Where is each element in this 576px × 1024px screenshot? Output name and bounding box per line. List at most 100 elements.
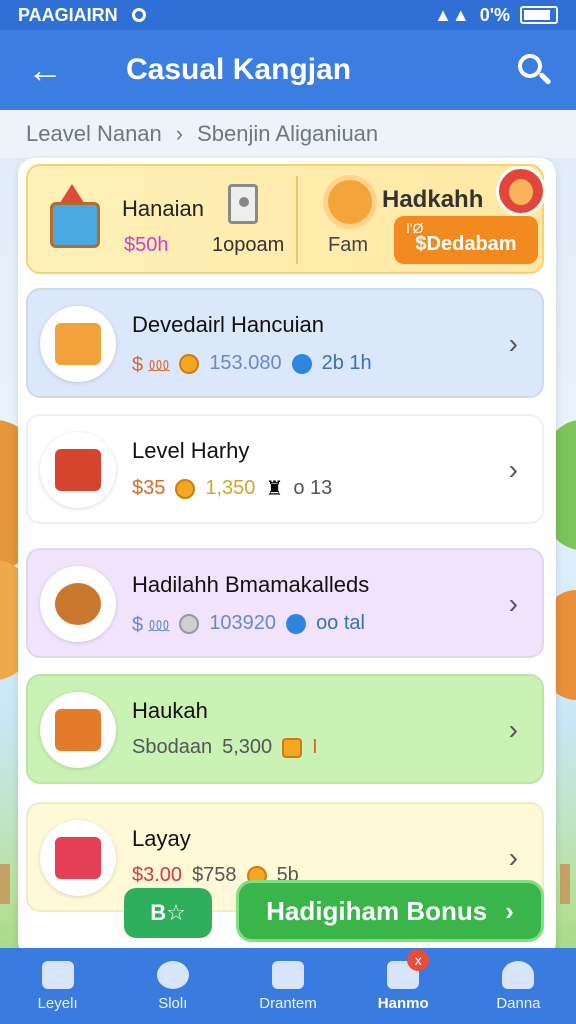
shop-box [50, 202, 100, 248]
nav-item-drantem[interactable]: Drantem [230, 948, 345, 1024]
list-item[interactable]: Haukah Sbodaan 5,300 I › [26, 674, 544, 784]
status-bar: PAAGIAIRN ▲▲ 0'% [0, 0, 576, 30]
screen-icon: x [387, 948, 430, 989]
list-item[interactable]: Devedairl Hancuian $ ⅏ 153.080 2b 1h › [26, 288, 544, 398]
status-right: ▲▲ 0'% [434, 5, 558, 26]
chevron-right-icon: › [505, 895, 514, 926]
divider [296, 176, 298, 264]
item-value3: 2b 1h [321, 352, 372, 374]
mascot-face [509, 179, 533, 205]
item-value1: $3.00 [132, 864, 183, 886]
gift-icon [272, 960, 304, 989]
reward-label: Hanaian [122, 196, 204, 221]
item-meta: Sbodaan 5,300 I [132, 736, 318, 759]
claim-label: $Dedabam [415, 233, 517, 255]
item-thumbnail [40, 820, 116, 896]
red-envelope-icon [55, 837, 101, 879]
chevron-right-icon: › [508, 714, 518, 745]
small-bonus-button[interactable]: B☆ [124, 888, 212, 938]
breadcrumb-second: Sbenjin Aliganiuan [197, 121, 379, 146]
bonus-title: Hadkahh [382, 186, 484, 213]
nav-label: Hanmo [377, 994, 429, 1012]
item-value1: Sbodaan [132, 736, 213, 758]
item-meta: $35 1,350 ♜ o 13 [132, 476, 332, 501]
item-value2: 153.080 [209, 352, 282, 374]
app-bar: ← Casual Kangjan [0, 30, 576, 110]
market-stall-icon [55, 709, 101, 751]
bonus-label: Hadigiham Bonus [266, 895, 488, 926]
character-icon [156, 960, 189, 989]
coin-icon [175, 478, 196, 499]
list-item[interactable]: Hadilahh Bmamakalleds $ ⅏ 103920 oo tal … [26, 548, 544, 658]
item-value1: $35 [132, 477, 166, 499]
reward-price: $50h [124, 234, 169, 256]
nav-item-danna[interactable]: Danna [461, 948, 576, 1024]
page-title: Casual Kangjan [126, 53, 352, 86]
chevron-right-icon: › [175, 121, 184, 146]
passport-icon [55, 449, 101, 491]
battery-text: 0'% [479, 4, 510, 25]
item-meta: $ ⅏ 153.080 2b 1h [132, 350, 372, 377]
gift-box-icon [55, 323, 101, 365]
notification-dot-icon [131, 8, 146, 22]
nav-label: Danna [496, 994, 541, 1012]
badge-icon [282, 737, 303, 758]
item-name: Devedairl Hancuian [132, 312, 324, 337]
chevron-right-icon: › [508, 328, 518, 359]
item-value2: 1,350 [205, 477, 256, 499]
item-value2: $758 [192, 864, 237, 886]
item-thumbnail [40, 692, 116, 768]
item-name: Hadilahh Bmamakalleds [132, 572, 370, 597]
location-icon [286, 613, 307, 634]
profile-icon [502, 960, 535, 989]
chevron-right-icon: › [508, 454, 518, 485]
item-thumbnail [40, 432, 116, 508]
item-value2: 103920 [209, 612, 277, 634]
item-value3: I [312, 736, 318, 758]
claim-small-text: I'Ø [406, 220, 424, 236]
nav-label: Leyelı [37, 994, 78, 1012]
search-handle [538, 71, 552, 86]
trophy-icon: ♜ [265, 478, 284, 500]
item-thumbnail [40, 566, 116, 642]
reward-sublabel: 1opoam [212, 234, 285, 256]
home-icon [41, 960, 74, 989]
reward-card[interactable]: Hanaian $50h 1opoam Hadkahh Fam I'Ø $Ded… [26, 164, 546, 274]
mascot-badge-icon [496, 166, 546, 216]
chevron-right-icon: › [508, 588, 518, 619]
alert-badge: x [407, 948, 430, 971]
bonus-sublabel: Fam [328, 234, 368, 256]
bonus-button[interactable]: Hadigiham Bonus › [236, 880, 544, 942]
item-name: Haukah [132, 698, 208, 723]
chevron-right-icon: › [508, 842, 518, 873]
shop-icon [44, 180, 106, 252]
item-value1: $ ⅏ [132, 354, 170, 376]
battery-icon [520, 6, 558, 24]
item-name: Layay [132, 826, 191, 851]
claim-button[interactable]: I'Ø $Dedabam [394, 216, 538, 264]
toggle-icon[interactable] [228, 184, 258, 224]
bottom-nav: Leyelı Slolı Drantem x Hanmo Danna [0, 948, 576, 1024]
location-icon [291, 353, 312, 374]
back-arrow-icon[interactable]: ← [0, 30, 90, 110]
item-value3: oo tal [316, 612, 365, 634]
item-value2: 5,300 [222, 736, 273, 758]
coin-icon [179, 613, 200, 634]
animal-icon [55, 583, 101, 625]
nav-item-hanmo[interactable]: x Hanmo [346, 948, 461, 1024]
item-meta: $ ⅏ 103920 oo tal [132, 610, 365, 637]
nav-label: Drantem [259, 994, 317, 1012]
content-panel: Hanaian $50h 1opoam Hadkahh Fam I'Ø $Ded… [18, 158, 556, 958]
item-value3: o 13 [293, 477, 333, 499]
item-thumbnail [40, 306, 116, 382]
nav-item-slot[interactable]: Slolı [115, 948, 230, 1024]
sun-icon [328, 180, 372, 224]
item-value1: $ ⅏ [132, 614, 170, 636]
coin-icon [179, 353, 200, 374]
breadcrumb: Leavel Nanan › Sbenjin Aliganiuan [0, 110, 576, 158]
list-item[interactable]: Level Harhy $35 1,350 ♜ o 13 › [26, 414, 544, 524]
search-icon[interactable] [514, 50, 554, 90]
status-left-text: PAAGIAIRN [18, 4, 118, 25]
breadcrumb-first[interactable]: Leavel Nanan [26, 121, 162, 147]
nav-item-level[interactable]: Leyelı [0, 948, 115, 1024]
